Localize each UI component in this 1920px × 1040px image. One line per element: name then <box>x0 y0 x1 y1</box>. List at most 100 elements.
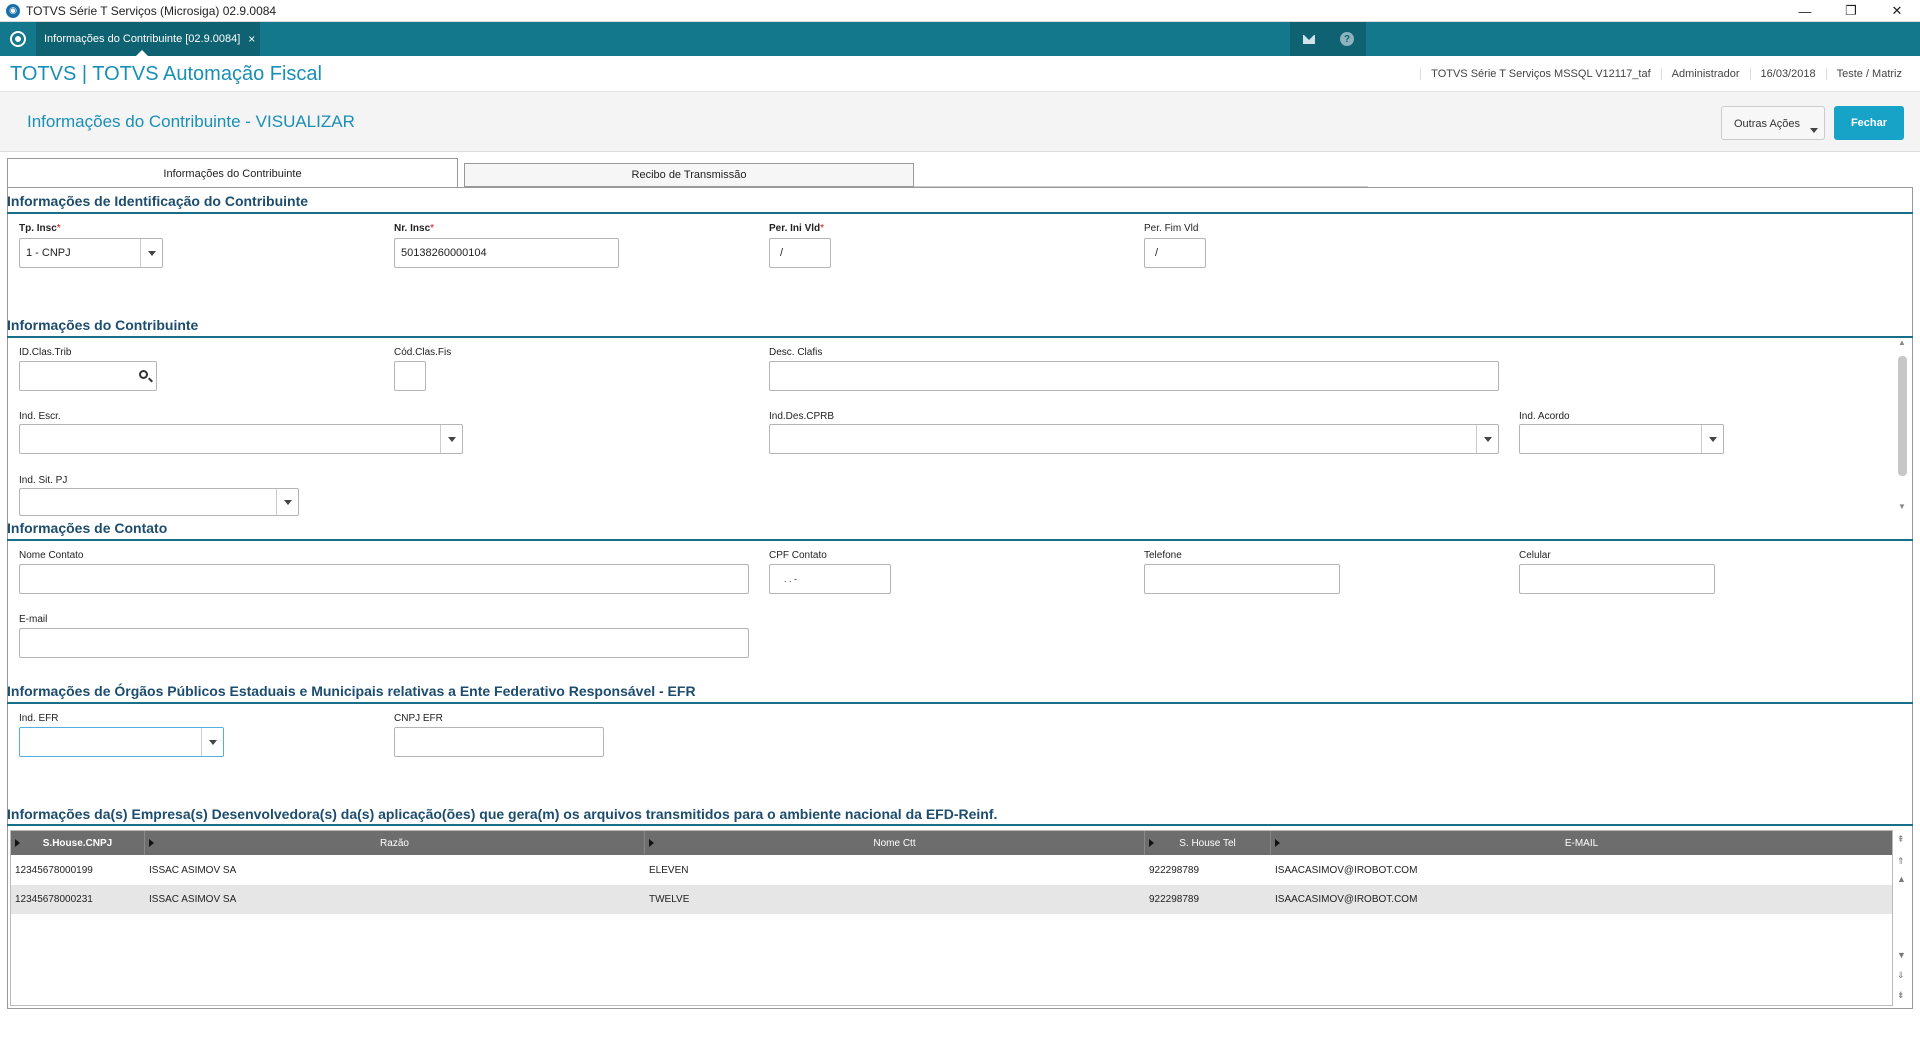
cod-clas-fis-label: Cód.Clas.Fis <box>394 347 452 358</box>
page-header: Informações do Contribuinte - VISUALIZAR… <box>0 92 1920 152</box>
scroll-bottom-icon[interactable]: ⇟ <box>1897 990 1905 1001</box>
window-controls: — ❐ ✕ <box>1782 0 1920 22</box>
table-header: S.House.CNPJ Razão Nome Ctt S. House Tel… <box>11 831 1892 855</box>
column-header-nome-ctt[interactable]: Nome Ctt <box>645 831 1145 855</box>
ind-efr-select[interactable] <box>19 727 224 757</box>
user-label: Administrador <box>1660 68 1750 80</box>
cell-cnpj: 12345678000199 <box>15 865 93 876</box>
ind-acordo-select[interactable] <box>1519 424 1724 454</box>
table-scroll-controls: ⇞ ⇑ ▲ ▼ ⇓ ⇟ <box>1893 830 1913 1010</box>
id-clas-trib-label: ID.Clas.Trib <box>19 347 72 358</box>
per-ini-vld-input[interactable]: / <box>769 238 831 268</box>
cell-tel: 922298789 <box>1149 894 1200 905</box>
celular-label: Celular <box>1519 550 1551 561</box>
brand-title: TOTVS | TOTVS Automação Fiscal <box>10 63 322 85</box>
home-icon[interactable] <box>10 31 26 47</box>
nr-insc-label: Nr. Insc* <box>394 223 435 234</box>
email-label: E-mail <box>19 614 48 625</box>
desc-clafis-input[interactable] <box>769 361 1499 391</box>
tab-recibo-transmissao[interactable]: Recibo de Transmissão <box>464 163 914 187</box>
table-row[interactable]: 12345678000199 ISSAC ASIMOV SA ELEVEN 92… <box>11 856 1892 885</box>
per-fim-vld-input[interactable]: / <box>1144 238 1206 268</box>
ind-sit-pj-select[interactable] <box>19 488 299 516</box>
cell-nome-ctt: ELEVEN <box>649 865 689 876</box>
close-window-button[interactable]: ✕ <box>1874 0 1920 22</box>
page-title: Informações do Contribuinte - VISUALIZAR <box>27 112 355 131</box>
search-icon[interactable] <box>139 370 148 379</box>
tp-insc-label: Tp. Insc* <box>19 223 61 234</box>
section-efr-title: Informações de Órgãos Públicos Estaduais… <box>7 683 696 699</box>
nome-contato-input[interactable] <box>19 564 749 594</box>
app-tabstrip: Informações do Contribuinte [02.9.0084] … <box>0 22 1920 56</box>
document-tab-close-icon[interactable]: × <box>248 32 255 46</box>
cell-razao: ISSAC ASIMOV SA <box>149 894 237 905</box>
mail-icon[interactable] <box>1290 22 1328 56</box>
chevron-down-icon[interactable] <box>201 728 223 756</box>
chevron-down-icon[interactable] <box>276 489 298 515</box>
other-actions-button[interactable]: Outras Ações <box>1721 106 1825 140</box>
software-house-table: S.House.CNPJ Razão Nome Ctt S. House Tel… <box>10 830 1893 1006</box>
minimize-button[interactable]: — <box>1782 0 1828 22</box>
cod-clas-fis-input[interactable] <box>394 361 426 391</box>
celular-input[interactable] <box>1519 564 1715 594</box>
telefone-input[interactable] <box>1144 564 1340 594</box>
email-field[interactable] <box>19 628 749 658</box>
scroll-up-icon[interactable]: ▲ <box>1897 874 1906 884</box>
app-icon: ◉ <box>6 3 20 18</box>
section-divider <box>7 824 1913 826</box>
contribuinte-scrollbar[interactable]: ▲ ▼ <box>1895 338 1909 514</box>
cell-email: ISAACASIMOV@IROBOT.COM <box>1275 865 1418 876</box>
section-software-house-title: Informações da(s) Empresa(s) Desenvolved… <box>7 806 998 822</box>
cell-nome-ctt: TWELVE <box>649 894 690 905</box>
help-icon[interactable]: ? <box>1328 22 1366 56</box>
scroll-page-down-icon[interactable]: ⇓ <box>1897 970 1905 981</box>
chevron-down-icon[interactable] <box>440 425 462 453</box>
chevron-down-icon[interactable] <box>1701 425 1723 453</box>
window-titlebar: ◉ TOTVS Série T Serviços (Microsiga) 02.… <box>0 0 1920 22</box>
window-title: TOTVS Série T Serviços (Microsiga) 02.9.… <box>26 3 277 18</box>
date-label: 16/03/2018 <box>1749 68 1826 80</box>
cnpj-efr-input[interactable] <box>394 727 604 757</box>
cell-razao: ISSAC ASIMOV SA <box>149 865 237 876</box>
section-divider <box>7 336 1913 338</box>
ind-acordo-label: Ind. Acordo <box>1519 411 1570 422</box>
telefone-label: Telefone <box>1144 550 1182 561</box>
column-header-email[interactable]: E-MAIL <box>1271 831 1892 855</box>
id-clas-trib-input[interactable] <box>19 361 157 391</box>
tp-insc-select[interactable]: 1 - CNPJ <box>19 238 163 268</box>
cell-email: ISAACASIMOV@IROBOT.COM <box>1275 894 1418 905</box>
maximize-button[interactable]: ❐ <box>1828 0 1874 22</box>
column-header-cnpj[interactable]: S.House.CNPJ <box>11 831 145 855</box>
session-info: TOTVS Série T Serviços MSSQL V12117_taf … <box>1420 68 1912 80</box>
section-identificacao-title: Informações de Identificação do Contribu… <box>7 193 309 209</box>
section-divider <box>7 702 1913 704</box>
scroll-top-icon[interactable]: ⇞ <box>1897 834 1905 845</box>
ind-des-cprb-select[interactable] <box>769 424 1499 454</box>
per-ini-vld-label: Per. Ini Vld* <box>769 223 825 234</box>
chevron-down-icon[interactable] <box>140 239 162 267</box>
document-tab-label: Informações do Contribuinte [02.9.0084] <box>44 33 241 45</box>
nome-contato-label: Nome Contato <box>19 550 84 561</box>
scroll-page-up-icon[interactable]: ⇑ <box>1897 856 1905 867</box>
column-header-razao[interactable]: Razão <box>145 831 645 855</box>
tab-informacoes-contribuinte[interactable]: Informações do Contribuinte <box>7 158 458 188</box>
table-row[interactable]: 12345678000231 ISSAC ASIMOV SA TWELVE 92… <box>11 885 1892 914</box>
ind-escr-select[interactable] <box>19 424 463 454</box>
cnpj-efr-label: CNPJ EFR <box>394 713 443 724</box>
ind-sit-pj-label: Ind. Sit. PJ <box>19 475 68 486</box>
desc-clafis-label: Desc. Clafis <box>769 347 823 358</box>
cell-cnpj: 12345678000231 <box>15 894 93 905</box>
chevron-down-icon <box>1810 128 1818 133</box>
cpf-contato-input[interactable]: . . - <box>769 564 891 594</box>
section-contato-title: Informações de Contato <box>7 520 168 536</box>
document-tab[interactable]: Informações do Contribuinte [02.9.0084] … <box>36 22 260 56</box>
scroll-down-icon[interactable]: ▼ <box>1897 950 1906 960</box>
scrollbar-thumb[interactable] <box>1898 356 1907 476</box>
cell-tel: 922298789 <box>1149 865 1200 876</box>
chevron-down-icon[interactable] <box>1476 425 1498 453</box>
nr-insc-input[interactable]: 50138260000104 <box>394 238 619 268</box>
branch-label: Teste / Matriz <box>1825 68 1912 80</box>
ind-escr-label: Ind. Escr. <box>19 411 61 422</box>
column-header-tel[interactable]: S. House Tel <box>1145 831 1271 855</box>
close-button[interactable]: Fechar <box>1834 106 1904 140</box>
